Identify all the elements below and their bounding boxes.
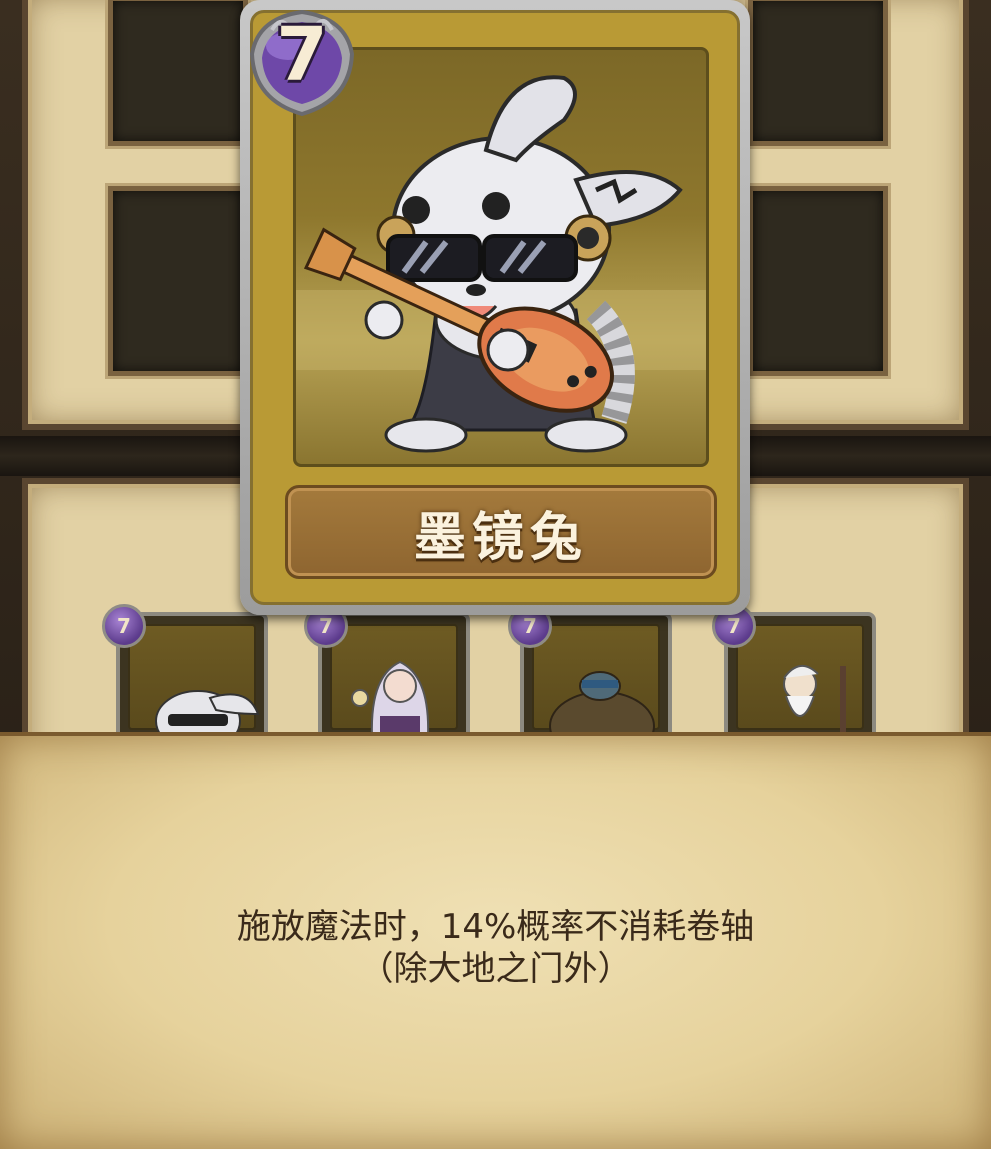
mini-card-art (532, 624, 660, 738)
mini-card-art (128, 624, 260, 738)
description-line-2: （除大地之门外） (359, 949, 632, 989)
description-line-1: 施放魔法时，14%概率不消耗卷轴 (236, 907, 755, 947)
mini-card-art (330, 624, 458, 737)
empty-slot (108, 186, 248, 376)
description-text: 施放魔法时，14%概率不消耗卷轴 （除大地之门外） (0, 906, 991, 990)
card-name-plate: 墨镜兔 (285, 485, 717, 579)
card-name: 墨镜兔 (413, 507, 588, 568)
girl-icon (351, 660, 430, 737)
empty-slot (748, 186, 888, 376)
mini-card-art (736, 624, 864, 736)
empty-slot (108, 0, 248, 146)
turtle-icon (549, 671, 655, 738)
old-sage-icon (783, 665, 846, 736)
card-cost: 7 (276, 12, 328, 98)
rabbit-sunglasses-icon (155, 690, 260, 738)
mini-card-cost-badge: 7 (102, 604, 146, 648)
cost-badge: 7 (232, 8, 372, 118)
empty-slot (748, 0, 888, 146)
description-panel: 施放魔法时，14%概率不消耗卷轴 （除大地之门外） (0, 732, 991, 1149)
